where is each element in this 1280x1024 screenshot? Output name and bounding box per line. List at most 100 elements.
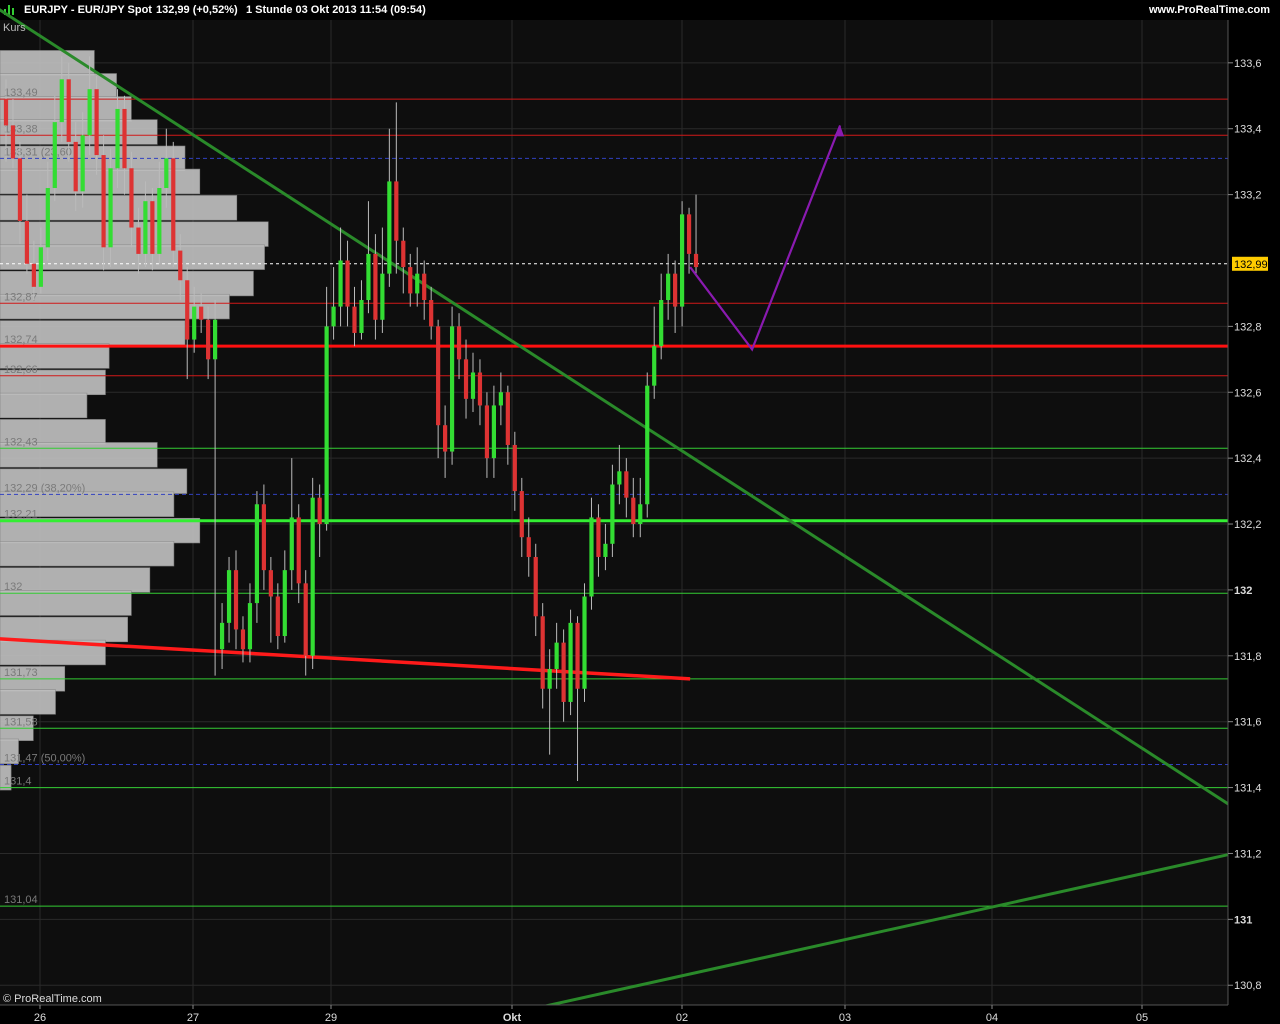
y-axis: 133,6 133,4 133,2 132,8 132,6 132,4 132,2 132 13…	[1227, 20, 1280, 1005]
candle-body	[610, 484, 615, 544]
candle-body	[463, 359, 469, 399]
candle-body	[429, 300, 434, 327]
candle-body	[233, 570, 239, 630]
candle-body	[366, 253, 371, 301]
candle-body	[73, 141, 78, 192]
candle-body	[254, 504, 260, 604]
candle-body	[547, 668, 552, 689]
candle-body	[624, 471, 629, 498]
candle-body	[352, 306, 357, 333]
candle-body	[652, 346, 657, 386]
candle-body	[693, 253, 699, 268]
y-tick-label: 133,4	[1234, 124, 1262, 136]
candle-body	[282, 570, 287, 637]
candle-body	[470, 372, 476, 399]
candle-body	[679, 214, 685, 307]
candle-body	[519, 491, 524, 538]
candle-body	[582, 596, 587, 689]
level-label: 132	[4, 581, 22, 593]
candle-body	[603, 543, 608, 557]
candle-body	[129, 168, 134, 228]
candle-body	[338, 260, 343, 307]
candle-body	[219, 622, 225, 650]
candle-body	[638, 504, 643, 525]
candle-body	[17, 158, 23, 221]
level-label: 132,29 (38,20%)	[4, 482, 85, 494]
candle-body	[108, 168, 113, 248]
level-label: 133,49	[4, 87, 38, 99]
candle-body	[568, 622, 573, 702]
profile-bar	[0, 541, 175, 567]
x-tick-label: 04	[986, 1012, 998, 1024]
level-label: 132,66	[4, 364, 38, 376]
candle-body	[561, 642, 566, 702]
price-chart[interactable]: 133,49133,38133,31 (23,60132,87132,74132…	[0, 0, 1280, 1024]
profile-bar	[0, 567, 151, 593]
profile-bar	[0, 221, 269, 247]
candle-body	[122, 108, 127, 169]
candle-body	[505, 392, 510, 445]
candle-body	[192, 306, 197, 340]
x-tick-label: 29	[325, 1012, 337, 1024]
level-label: 131,73	[4, 667, 38, 679]
x-tick-label: Okt	[503, 1012, 522, 1024]
candle-body	[526, 537, 531, 557]
candle-body	[387, 181, 392, 274]
candle-body	[408, 267, 413, 294]
candle-body	[477, 372, 483, 406]
candle-body	[94, 89, 99, 156]
candle-body	[456, 326, 462, 360]
candle-body	[631, 497, 636, 525]
y-tick-label: 131,4	[1234, 783, 1262, 795]
level-label: 131,04	[4, 894, 38, 906]
candle-body	[247, 603, 253, 650]
candle-body	[150, 201, 155, 254]
candle-body	[415, 273, 420, 294]
y-tick-label: 132,4	[1234, 453, 1262, 465]
y-tick-label: 131,8	[1234, 651, 1262, 663]
candle-body	[540, 616, 545, 689]
level-label: 131,58	[4, 716, 38, 728]
candle-body	[66, 79, 71, 142]
y-tick-label: 131,6	[1234, 717, 1262, 729]
candle-body	[484, 405, 490, 459]
profile-bar	[0, 689, 56, 715]
profile-bar	[0, 392, 88, 419]
candle-body	[213, 319, 218, 360]
candle-body	[401, 240, 406, 268]
y-tick-label: 132	[1234, 585, 1252, 597]
candle-body	[324, 326, 329, 525]
level-label: 132,43	[4, 436, 38, 448]
candle-body	[359, 300, 364, 333]
candle-body	[645, 385, 650, 505]
candle-body	[422, 273, 427, 301]
candle-body	[24, 220, 30, 264]
candle-body	[10, 125, 16, 159]
candle-body	[498, 392, 503, 406]
profile-bar	[0, 168, 201, 195]
x-axis: 26 27 29 Okt 02 03 04 05	[0, 1004, 1280, 1024]
candle-body	[178, 250, 183, 281]
candle-body	[80, 135, 85, 192]
candle-body	[443, 425, 448, 452]
copyright: © ProRealTime.com	[3, 993, 102, 1005]
candle-body	[101, 155, 106, 248]
candle-body	[303, 583, 308, 656]
candle-body	[59, 79, 64, 123]
candle-body	[380, 273, 385, 320]
candle-body	[617, 471, 622, 485]
candle-body	[666, 273, 671, 301]
y-tick-label: 132,8	[1234, 321, 1262, 333]
y-tick-label: 133,2	[1234, 190, 1262, 202]
candle-body	[449, 326, 455, 452]
candle-body	[143, 201, 148, 254]
level-label: 131,47 (50,00%)	[4, 753, 85, 765]
candle-body	[157, 188, 162, 254]
candle-body	[289, 517, 294, 571]
last-price-label: 132,99	[1234, 259, 1268, 271]
x-tick-label: 03	[839, 1012, 851, 1024]
candle-body	[275, 596, 280, 637]
candle-body	[491, 405, 496, 459]
x-tick-label: 02	[676, 1012, 688, 1024]
x-tick-label: 26	[34, 1012, 46, 1024]
